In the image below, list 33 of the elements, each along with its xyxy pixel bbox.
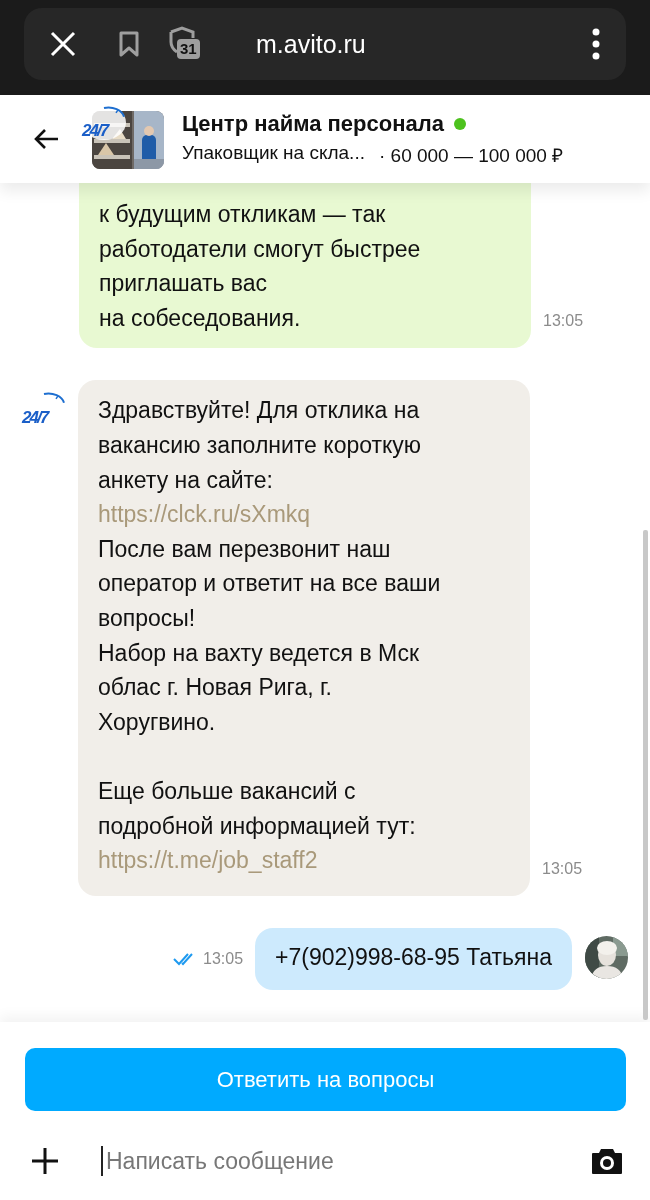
message-time: 13:05 [542,859,583,878]
message-text: облас г. Новая Рига, г. [98,674,332,701]
message-text: к будущим откликам — так [99,201,386,227]
message-text: Здравствуйте! Для отклика на [98,397,420,424]
close-icon[interactable] [50,31,76,57]
message-time: 13:05 [203,950,244,968]
message-input[interactable]: Написать сообщение [101,1146,591,1176]
message-text: Еще больше вакансий с [98,777,356,804]
plus-icon[interactable] [29,1145,61,1177]
logo: 24/7 [82,105,126,141]
message-text: вакансию заполните короткую [98,431,422,458]
message-text: Набор на вахту ведется в Мск [98,639,419,666]
message-time: 13:05 [543,312,584,331]
url-text[interactable]: m.avito.ru [256,29,592,59]
scrollbar[interactable] [643,530,648,1020]
camera-icon[interactable] [591,1147,623,1175]
avatar-logo: 24/7 [22,391,66,427]
vacancy-title[interactable]: Упаковщик на скла... [182,141,365,168]
message-text: +7(902)998-68-95 Татьяна [275,943,552,970]
message-text: Хоругвино. [98,708,216,735]
message-text: работодатели смогут быстрее [99,235,421,262]
more-icon[interactable] [592,28,600,60]
message-text: на собеседования. [99,304,301,331]
message-text: анкету на сайте: [98,466,273,493]
bookmark-icon[interactable] [118,30,140,58]
salary-text: · 60 000 — 100 000 ₽ [378,143,564,168]
chat-title: Центр найма персонала [182,110,444,137]
message-text: подробной информацией тут: [98,812,416,839]
message-text: оператор и ответит на все ваши [98,570,441,597]
back-arrow-icon[interactable] [33,128,59,150]
message-text: приглашать вас [99,270,268,297]
message-text: вопросы! [98,604,196,631]
message-text: После вам перезвонит наш [98,535,391,562]
